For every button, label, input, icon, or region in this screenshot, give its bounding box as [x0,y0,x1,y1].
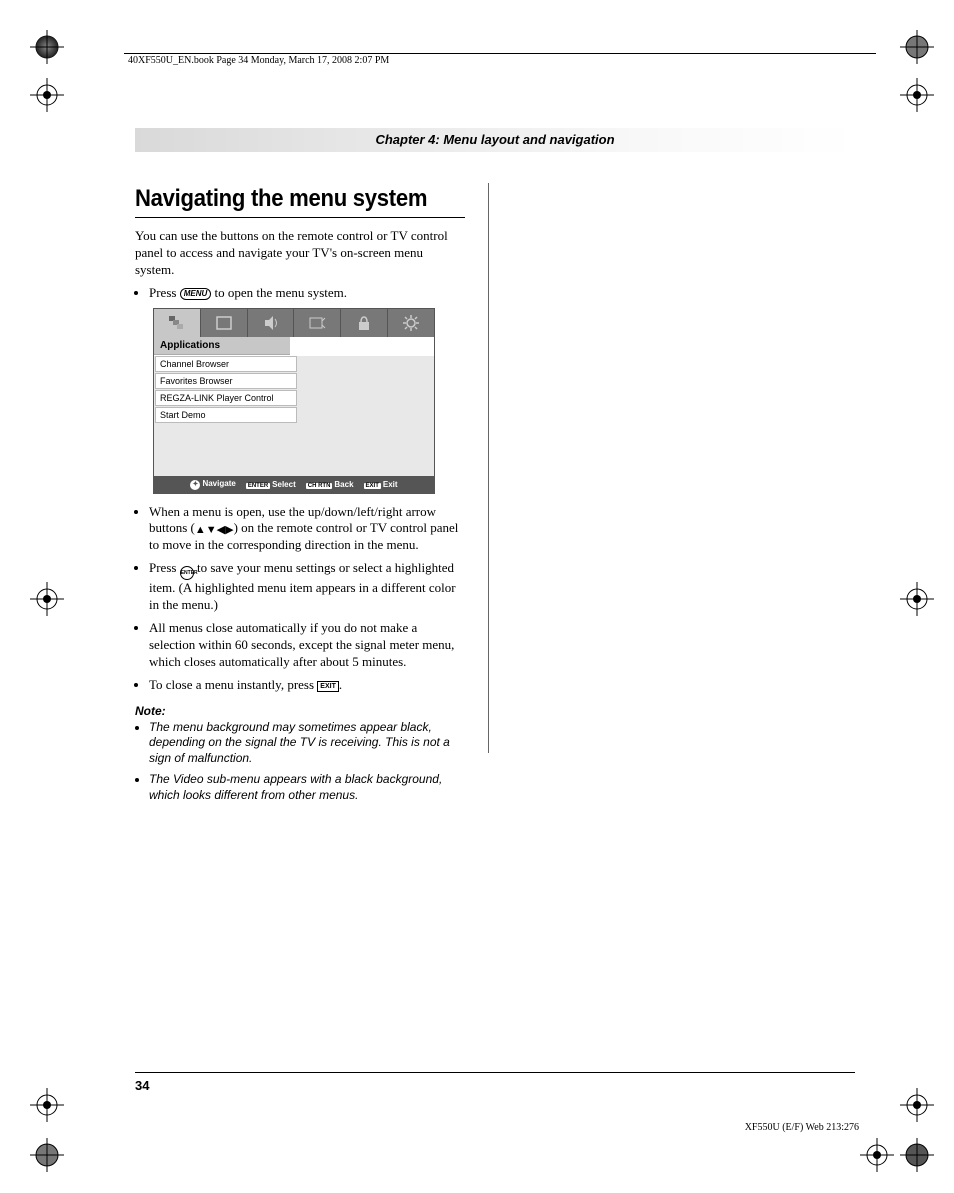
chrtn-key-icon: CH RTN [306,483,333,489]
enter-key-icon: ENTER [246,483,270,489]
picture-icon [214,314,234,332]
menu-key-icon: MENU [180,288,212,300]
crop-mark-icon [30,30,64,64]
osd-tab-applications [154,309,201,337]
osd-tab-bar [154,309,434,337]
osd-footer-label: Exit [383,480,398,489]
text: Press [149,285,180,300]
instruction-item: Press MENU to open the menu system. [149,285,465,302]
page-number: 34 [135,1078,149,1093]
osd-tab-sound [248,309,295,337]
note-item: The Video sub-menu appears with a black … [149,772,465,803]
register-mark-icon [900,582,934,616]
text: To close a menu instantly, press [149,677,317,692]
header-runner: 40XF550U_EN.book Page 34 Monday, March 1… [128,55,389,66]
applications-icon [167,314,187,332]
osd-item: Favorites Browser [155,373,297,389]
text: Press [149,560,180,575]
osd-item: REGZA-LINK Player Control [155,390,297,406]
arrow-up-icon: ▲ [195,524,206,536]
instruction-item: When a menu is open, use the up/down/lef… [149,504,465,555]
osd-item: Start Demo [155,407,297,423]
enter-button-icon: ENTER [180,566,194,580]
exit-key-icon: EXIT [317,681,339,692]
title-rule [135,217,465,218]
note-heading: Note: [135,704,465,718]
osd-tab-setup [388,309,434,337]
osd-item: Channel Browser [155,356,297,372]
osd-footer: ✦Navigate ENTERSelect CH RTNBack EXITExi… [154,476,434,493]
osd-footer-label: Select [272,480,296,489]
osd-footer-label: Navigate [202,479,235,488]
osd-category-label: Applications [154,337,290,355]
sound-icon [261,314,281,332]
instruction-item: All menus close automatically if you do … [149,620,465,671]
arrow-down-icon: ▼ [206,524,217,536]
preferences-icon [307,314,327,332]
osd-tab-lock [341,309,388,337]
text: to open the menu system. [211,285,347,300]
register-mark-icon [30,1088,64,1122]
header-rule [124,53,876,54]
register-mark-icon [860,1138,894,1172]
instruction-item: Press ENTER to save your menu settings o… [149,560,465,614]
register-mark-icon [900,78,934,112]
dpad-icon: ✦ [190,480,200,490]
instruction-item: To close a menu instantly, press EXIT. [149,677,465,694]
chapter-heading: Chapter 4: Menu layout and navigation [135,128,855,152]
footer-rule [135,1072,855,1073]
crop-mark-icon [900,30,934,64]
note-item: The menu background may sometimes appear… [149,720,465,767]
crop-mark-icon [900,1138,934,1172]
register-mark-icon [900,1088,934,1122]
text: to save your menu settings or select a h… [149,560,456,612]
gear-icon [401,314,421,332]
osd-footer-label: Back [334,480,353,489]
register-mark-icon [30,78,64,112]
exit-key-icon: EXIT [364,483,381,489]
osd-tab-preferences [294,309,341,337]
section-title: Navigating the menu system [135,185,439,213]
osd-menu-figure: Applications Channel Browser Favorites B… [153,308,435,494]
osd-tab-picture [201,309,248,337]
register-mark-icon [30,582,64,616]
footer-doc-id: XF550U (E/F) Web 213:276 [745,1122,859,1133]
crop-mark-icon [30,1138,64,1172]
arrow-left-icon: ◀ [217,524,225,536]
column-divider [488,183,489,753]
text: . [339,677,342,692]
osd-body: Channel Browser Favorites Browser REGZA-… [154,356,434,476]
lock-icon [354,314,374,332]
arrow-right-icon: ▶ [225,524,233,536]
intro-paragraph: You can use the buttons on the remote co… [135,228,465,279]
